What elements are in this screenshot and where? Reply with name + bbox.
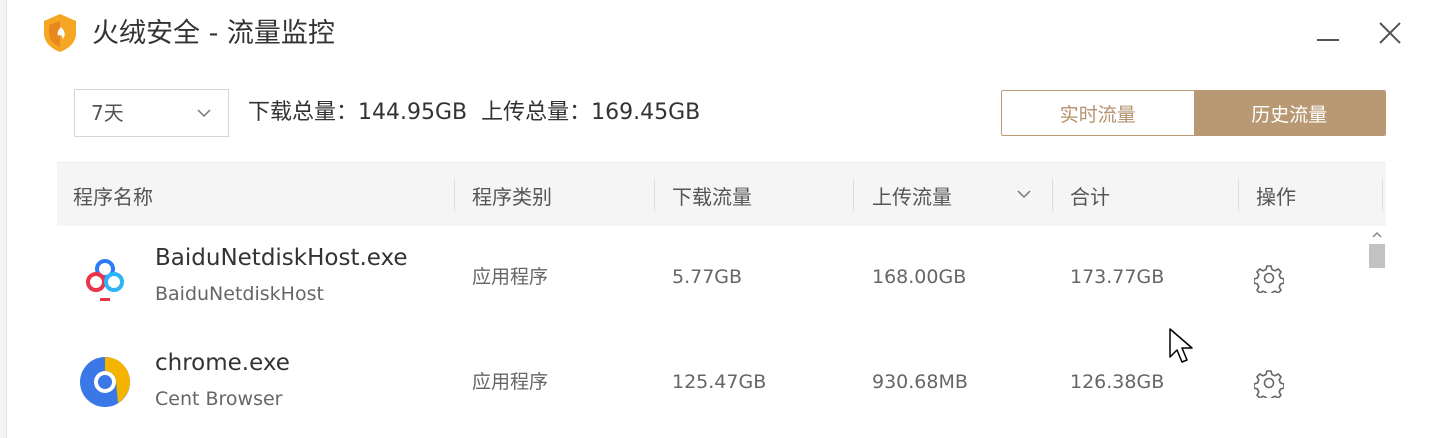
column-header-total[interactable]: 合计: [1070, 163, 1110, 227]
column-divider[interactable]: [654, 179, 655, 211]
column-header-program-name[interactable]: 程序名称: [73, 163, 153, 227]
huorong-logo-icon: [44, 14, 76, 52]
column-divider: [1382, 179, 1383, 211]
app-name: chrome.exe: [155, 350, 290, 376]
minimize-icon[interactable]: [1311, 16, 1345, 50]
download-total-label: 下载总量：: [248, 100, 359, 125]
app-name: BaiduNetdiskHost.exe: [155, 245, 408, 271]
column-header-category[interactable]: 程序类别: [472, 163, 552, 227]
tab-realtime-traffic[interactable]: 实时流量: [1002, 91, 1194, 135]
column-divider[interactable]: [1238, 179, 1239, 211]
time-range-value: 7天: [91, 101, 124, 125]
column-header-download[interactable]: 下载流量: [672, 163, 752, 227]
gear-icon[interactable]: [1254, 263, 1284, 293]
window-title: 火绒安全 - 流量监控: [92, 18, 335, 49]
scroll-up-arrow-icon[interactable]: [1371, 230, 1383, 240]
column-divider[interactable]: [454, 179, 455, 211]
download-traffic: 5.77GB: [672, 266, 743, 288]
table-scrollbar[interactable]: [1367, 226, 1386, 438]
time-range-dropdown[interactable]: 7天: [74, 89, 229, 137]
app-category: 应用程序: [472, 371, 549, 393]
traffic-table: 程序名称 程序类别 下载流量 上传流量 合计 操作 BaiduNetdiskHo…: [57, 162, 1386, 438]
sort-descending-icon[interactable]: [1015, 187, 1033, 201]
baidu-netdisk-icon: [78, 250, 132, 304]
table-row[interactable]: BaiduNetdiskHost.exe BaiduNetdiskHost 应用…: [57, 226, 1367, 331]
upload-total-value: 169.45GB: [591, 100, 701, 125]
app-description: Cent Browser: [155, 388, 283, 410]
traffic-monitor-window: 火绒安全 - 流量监控 7天 下载总量：144.95GB 上传总量：169.45G…: [0, 0, 1440, 438]
column-header-upload[interactable]: 上传流量: [872, 163, 952, 227]
traffic-totals: 下载总量：144.95GB 上传总量：169.45GB: [248, 96, 700, 130]
gear-icon[interactable]: [1254, 368, 1284, 398]
app-category: 应用程序: [472, 266, 549, 288]
chevron-down-icon: [197, 109, 211, 118]
close-icon[interactable]: [1373, 16, 1407, 50]
upload-total-label: 上传总量：: [481, 100, 592, 125]
table-header: 程序名称 程序类别 下载流量 上传流量 合计 操作: [57, 162, 1386, 226]
cent-browser-icon: [80, 357, 130, 407]
total-traffic: 126.38GB: [1070, 371, 1165, 393]
upload-traffic: 168.00GB: [872, 266, 967, 288]
view-mode-tabs: 实时流量 历史流量: [1001, 90, 1386, 136]
download-traffic: 125.47GB: [672, 371, 767, 393]
toolbar: 7天 下载总量：144.95GB 上传总量：169.45GB 实时流量 历史流量: [0, 86, 1440, 142]
scrollbar-thumb[interactable]: [1369, 244, 1385, 268]
column-divider[interactable]: [853, 179, 854, 211]
download-total-value: 144.95GB: [358, 100, 468, 125]
column-header-actions: 操作: [1256, 184, 1296, 209]
column-divider[interactable]: [1052, 179, 1053, 211]
mouse-cursor-icon: [1169, 328, 1193, 363]
tab-history-traffic[interactable]: 历史流量: [1193, 91, 1385, 135]
upload-traffic: 930.68MB: [872, 371, 968, 393]
app-description: BaiduNetdiskHost: [155, 283, 324, 305]
title-bar[interactable]: 火绒安全 - 流量监控: [0, 0, 1440, 70]
total-traffic: 173.77GB: [1070, 266, 1165, 288]
